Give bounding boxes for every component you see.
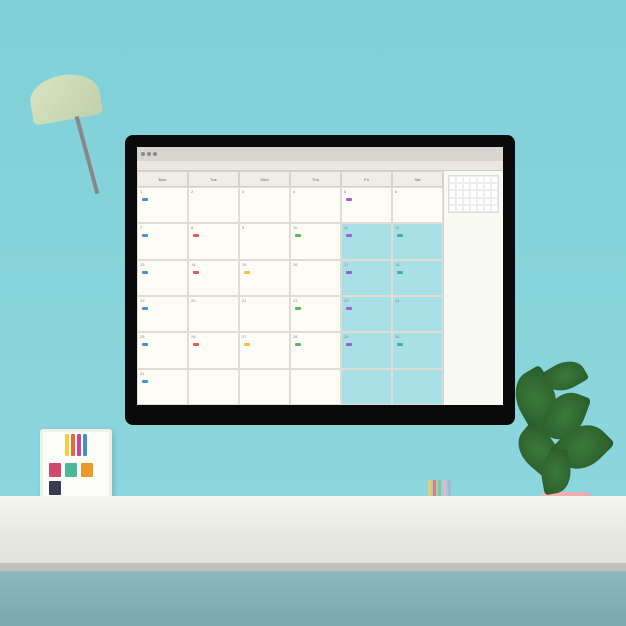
calendar-day-cell[interactable] [290, 369, 341, 405]
calendar-grid[interactable]: MonTueWedThuFriSat1234567891011121314151… [137, 171, 443, 405]
calendar-day-cell[interactable]: 30 [392, 332, 443, 368]
calendar-day-cell[interactable]: 2 [188, 187, 239, 223]
monitor: MonTueWedThuFriSat1234567891011121314151… [125, 135, 515, 425]
calendar-header-cell: Thu [290, 171, 341, 187]
calendar-day-cell[interactable]: 18 [392, 260, 443, 296]
calendar-day-cell[interactable] [239, 369, 290, 405]
calendar-day-cell[interactable]: 9 [239, 223, 290, 259]
calendar-header-cell: Wed [239, 171, 290, 187]
calendar-day-cell[interactable]: 25 [137, 332, 188, 368]
calendar-day-cell[interactable]: 20 [188, 296, 239, 332]
calendar-day-cell[interactable]: 6 [392, 187, 443, 223]
desk-lamp [30, 75, 100, 120]
plant [506, 351, 616, 501]
calendar-day-cell[interactable]: 3 [239, 187, 290, 223]
calendar-day-cell[interactable]: 28 [290, 332, 341, 368]
calendar-day-cell[interactable]: 27 [239, 332, 290, 368]
calendar-day-cell[interactable]: 23 [341, 296, 392, 332]
calendar-sidebar [443, 171, 503, 405]
calendar-day-cell[interactable]: 22 [290, 296, 341, 332]
calendar-day-cell[interactable] [341, 369, 392, 405]
calendar-day-cell[interactable]: 11 [341, 223, 392, 259]
calendar-day-cell[interactable]: 13 [137, 260, 188, 296]
calendar-day-cell[interactable]: 16 [290, 260, 341, 296]
calendar-day-cell[interactable]: 4 [290, 187, 341, 223]
calendar-day-cell[interactable] [392, 369, 443, 405]
desk-edge [0, 563, 626, 571]
calendar-day-cell[interactable]: 5 [341, 187, 392, 223]
calendar-header-cell: Mon [137, 171, 188, 187]
calendar-day-cell[interactable]: 29 [341, 332, 392, 368]
browser-chrome-bar [137, 147, 503, 161]
calendar-header-cell: Sat [392, 171, 443, 187]
calendar-day-cell[interactable]: 12 [392, 223, 443, 259]
calendar-day-cell[interactable]: 21 [239, 296, 290, 332]
desk-under [0, 571, 626, 626]
calendar-day-cell[interactable]: 26 [188, 332, 239, 368]
calendar-day-cell[interactable]: 14 [188, 260, 239, 296]
calendar-day-cell[interactable]: 8 [188, 223, 239, 259]
calendar-day-cell[interactable]: 10 [290, 223, 341, 259]
calendar-day-cell[interactable]: 7 [137, 223, 188, 259]
calendar-day-cell[interactable]: 17 [341, 260, 392, 296]
calendar-day-cell[interactable]: 1 [137, 187, 188, 223]
calendar-day-cell[interactable]: 19 [137, 296, 188, 332]
mini-calendar[interactable] [448, 175, 499, 213]
calendar-day-cell[interactable]: 31 [137, 369, 188, 405]
app-toolbar [137, 161, 503, 171]
calendar-header-cell: Tue [188, 171, 239, 187]
screen: MonTueWedThuFriSat1234567891011121314151… [137, 147, 503, 405]
calendar-day-cell[interactable]: 24 [392, 296, 443, 332]
calendar-day-cell[interactable]: 15 [239, 260, 290, 296]
calendar-header-cell: Fri [341, 171, 392, 187]
calendar-day-cell[interactable] [188, 369, 239, 405]
